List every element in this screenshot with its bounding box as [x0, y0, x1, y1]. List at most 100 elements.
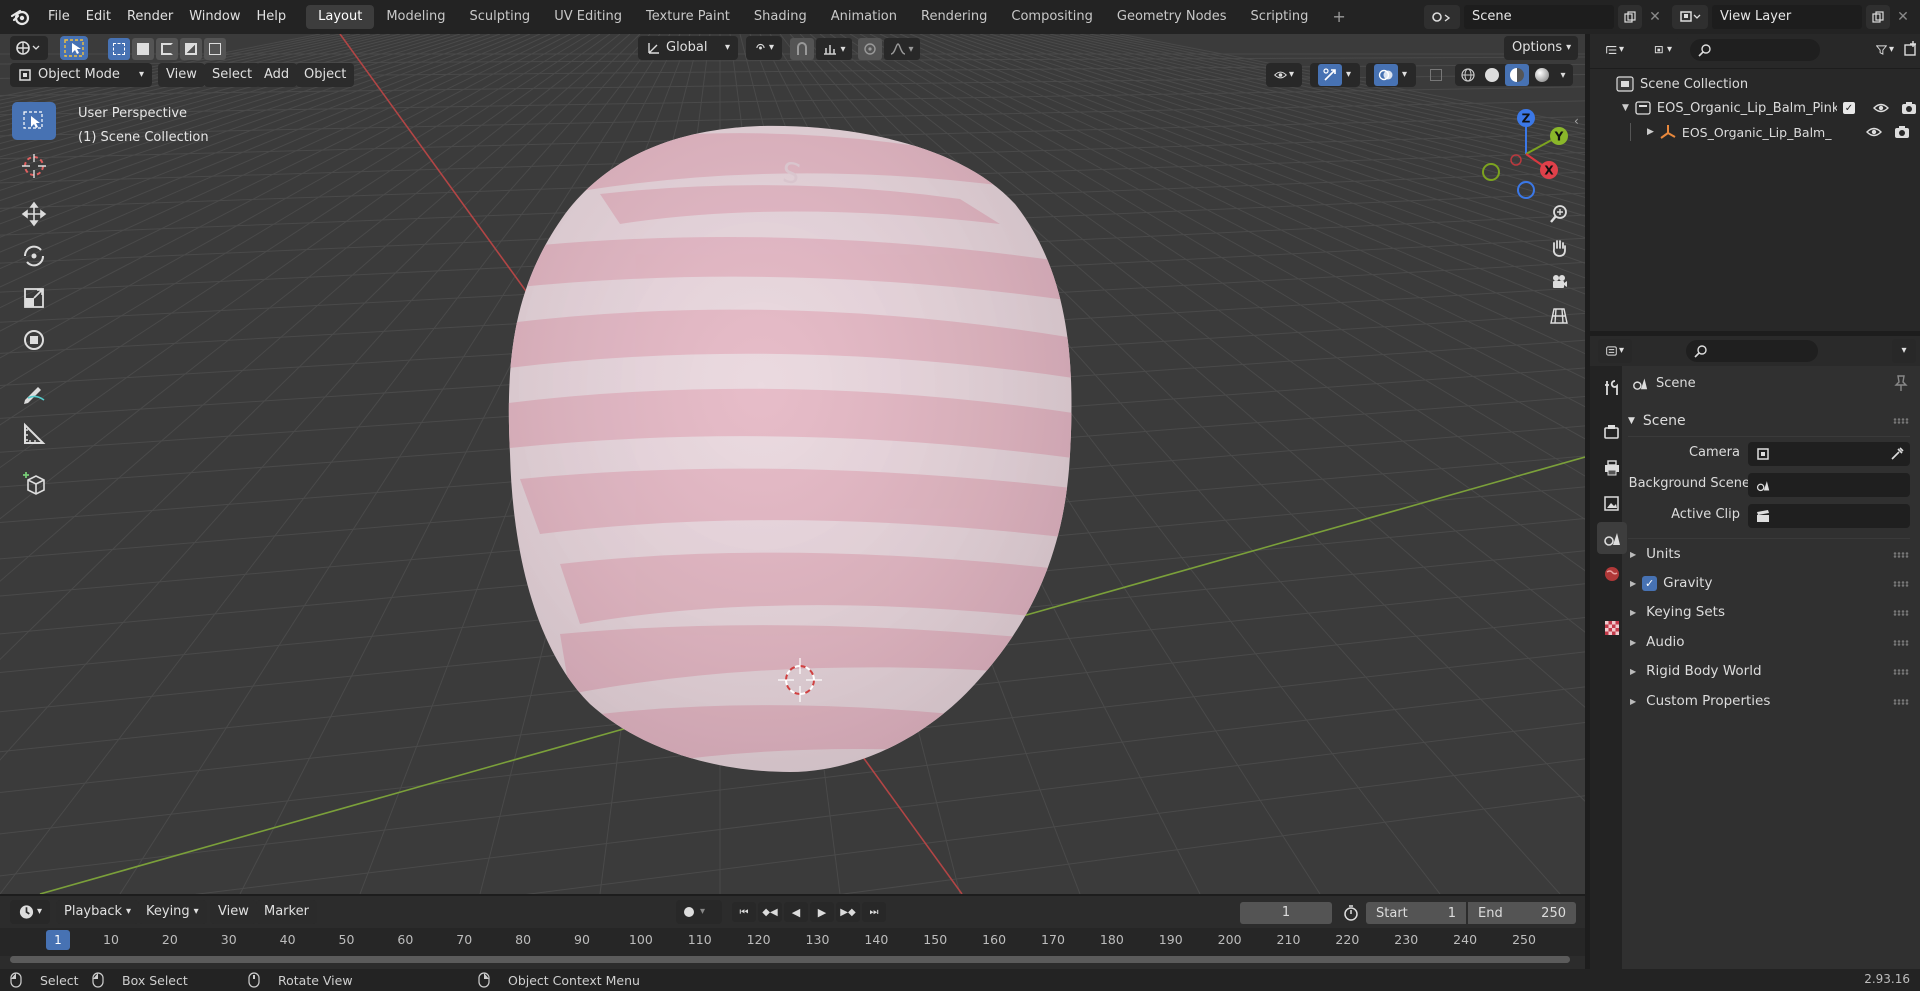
select-intersect-icon[interactable] — [204, 38, 226, 60]
rotate-tool[interactable] — [12, 236, 56, 276]
workspace-tab-layout[interactable]: Layout — [306, 5, 375, 29]
transform-tool[interactable] — [12, 320, 56, 360]
jump-to-end-icon[interactable]: ⏭ — [862, 902, 886, 922]
measure-tool[interactable] — [12, 414, 56, 454]
snap-toggle-icon[interactable] — [790, 38, 814, 60]
camera-render-icon[interactable] — [1901, 101, 1917, 115]
drag-handle-icon[interactable] — [1893, 552, 1909, 558]
workspace-tab-compositing[interactable]: Compositing — [999, 5, 1105, 29]
drag-handle-icon[interactable] — [1893, 581, 1909, 587]
gravity-section-header[interactable]: ▶ ✓ Gravity — [1630, 573, 1910, 593]
pin-icon[interactable] — [1894, 375, 1908, 391]
render-properties-tab[interactable] — [1597, 416, 1627, 448]
zoom-view-icon[interactable] — [1543, 198, 1575, 230]
auto-keying-toggle[interactable]: ▾ — [676, 900, 722, 924]
workspace-tab-texture-paint[interactable]: Texture Paint — [634, 5, 742, 29]
custom-properties-section-header[interactable]: ▶ Custom Properties — [1630, 691, 1910, 711]
xray-toggle-icon[interactable] — [1424, 64, 1448, 86]
outliner-editor-type-button[interactable]: ▾ — [1598, 38, 1632, 62]
play-reverse-icon[interactable]: ◀ — [784, 902, 808, 922]
eyedropper-icon[interactable] — [1890, 447, 1904, 461]
move-tool[interactable] — [12, 194, 56, 234]
workspace-tab-uv-editing[interactable]: UV Editing — [542, 5, 634, 29]
menu-window[interactable]: Window — [181, 0, 248, 34]
falloff-curve-icon[interactable]: ▾ — [884, 38, 920, 60]
play-icon[interactable]: ▶ — [810, 902, 834, 922]
camera-view-icon[interactable] — [1543, 266, 1575, 298]
pivot-point-dropdown[interactable]: ▾ — [746, 36, 782, 60]
blender-logo-icon[interactable] — [0, 0, 40, 34]
camera-field[interactable] — [1748, 442, 1910, 466]
view-layer-name-field[interactable]: View Layer — [1712, 5, 1862, 29]
menu-render[interactable]: Render — [119, 0, 181, 34]
select-subtract-icon[interactable] — [156, 38, 178, 60]
lip-balm-object[interactable]: S — [500, 114, 1080, 794]
active-clip-field[interactable] — [1748, 504, 1910, 528]
scene-browse-button[interactable] — [1424, 5, 1460, 29]
gravity-checkbox[interactable]: ✓ — [1642, 575, 1658, 591]
overlays-toggle[interactable]: ▾ — [1366, 63, 1416, 87]
sidebar-toggle-chevron-icon[interactable]: ‹ — [1574, 114, 1579, 128]
jump-to-keyframe-back-icon[interactable]: ◆◀ — [758, 902, 782, 922]
rigid-body-world-section-header[interactable]: ▶ Rigid Body World — [1630, 661, 1910, 681]
snap-target-icon[interactable]: ▾ — [816, 38, 852, 60]
workspace-tab-geometry-nodes[interactable]: Geometry Nodes — [1105, 5, 1239, 29]
scene-copy-button[interactable] — [1618, 5, 1642, 29]
workspace-tab-animation[interactable]: Animation — [819, 5, 909, 29]
playback-dropdown[interactable]: Playback ▾ — [56, 900, 140, 924]
timeline-scrollbar[interactable] — [10, 956, 1570, 963]
shading-options-chevron-icon[interactable]: ▾ — [1555, 70, 1571, 81]
menu-view[interactable]: View — [158, 63, 205, 87]
wireframe-shading-icon[interactable] — [1457, 64, 1479, 86]
start-frame-field[interactable]: Start 1 — [1366, 902, 1466, 924]
scene-section-header[interactable]: ▼ Scene — [1628, 410, 1910, 432]
outliner-filter-button[interactable]: ▾ — [1868, 38, 1902, 62]
object-visibility-dropdown[interactable]: ▾ — [1266, 63, 1302, 87]
audio-section-header[interactable]: ▶ Audio — [1630, 632, 1910, 652]
outliner-search-input[interactable] — [1690, 39, 1820, 61]
workspace-tab-shading[interactable]: Shading — [742, 5, 819, 29]
properties-search-input[interactable] — [1686, 340, 1818, 362]
camera-render-icon[interactable] — [1894, 125, 1910, 139]
preview-range-stopwatch-icon[interactable] — [1340, 903, 1362, 923]
tool-settings-tab[interactable] — [1597, 372, 1627, 404]
scene-close-icon[interactable]: ✕ — [1646, 9, 1664, 25]
select-new-icon[interactable] — [108, 38, 130, 60]
keying-sets-section-header[interactable]: ▶ Keying Sets — [1630, 602, 1910, 622]
texture-properties-tab[interactable] — [1597, 612, 1627, 644]
workspace-tab-scripting[interactable]: Scripting — [1239, 5, 1321, 29]
add-cube-tool[interactable] — [12, 464, 56, 504]
playhead-frame-marker[interactable]: 1 — [46, 930, 70, 950]
add-workspace-button[interactable]: + — [1320, 5, 1357, 29]
material-preview-shading-icon[interactable] — [1505, 64, 1529, 86]
select-box-tool[interactable] — [12, 102, 56, 140]
rendered-shading-icon[interactable] — [1531, 64, 1553, 86]
properties-options-chevron-icon[interactable]: ▾ — [1892, 339, 1916, 363]
drag-handle-icon[interactable] — [1893, 640, 1909, 646]
outliner-row-collection[interactable]: ▼ EOS_Organic_Lip_Balm_Pink_ ✓ — [1590, 98, 1920, 118]
menu-help[interactable]: Help — [249, 0, 295, 34]
workspace-tab-modeling[interactable]: Modeling — [374, 5, 457, 29]
drag-handle-icon[interactable] — [1893, 699, 1909, 705]
timeline-editor-type-button[interactable]: ▾ — [10, 900, 50, 924]
drag-handle-icon[interactable] — [1893, 610, 1909, 616]
jump-to-keyframe-forward-icon[interactable]: ▶◆ — [836, 902, 860, 922]
timeline-menu-view[interactable]: View — [210, 900, 257, 924]
eye-visibility-icon[interactable] — [1872, 102, 1889, 114]
end-frame-field[interactable]: End 250 — [1468, 902, 1576, 924]
menu-select[interactable]: Select — [204, 63, 261, 87]
timeline-menu-marker[interactable]: Marker — [256, 900, 317, 924]
view-layer-browse-button[interactable] — [1672, 5, 1708, 29]
annotate-tool[interactable] — [12, 372, 56, 412]
cursor-tool[interactable] — [12, 146, 56, 186]
mode-dropdown[interactable]: Object Mode ▾ — [10, 63, 152, 87]
view-layer-close-icon[interactable]: ✕ — [1894, 9, 1912, 25]
outliner-row-object[interactable]: ▶ EOS_Organic_Lip_Balm_I — [1590, 122, 1920, 142]
proportional-editing-icon[interactable] — [858, 38, 882, 60]
select-tool-mode-button[interactable] — [60, 36, 88, 60]
viewport-scene[interactable]: S — [0, 34, 1585, 894]
new-collection-icon[interactable] — [1903, 40, 1919, 60]
outliner-display-mode-button[interactable]: ▾ — [1646, 38, 1680, 62]
expand-arrow-icon[interactable]: ▼ — [1622, 103, 1629, 113]
expand-arrow-icon[interactable]: ▶ — [1647, 127, 1654, 137]
